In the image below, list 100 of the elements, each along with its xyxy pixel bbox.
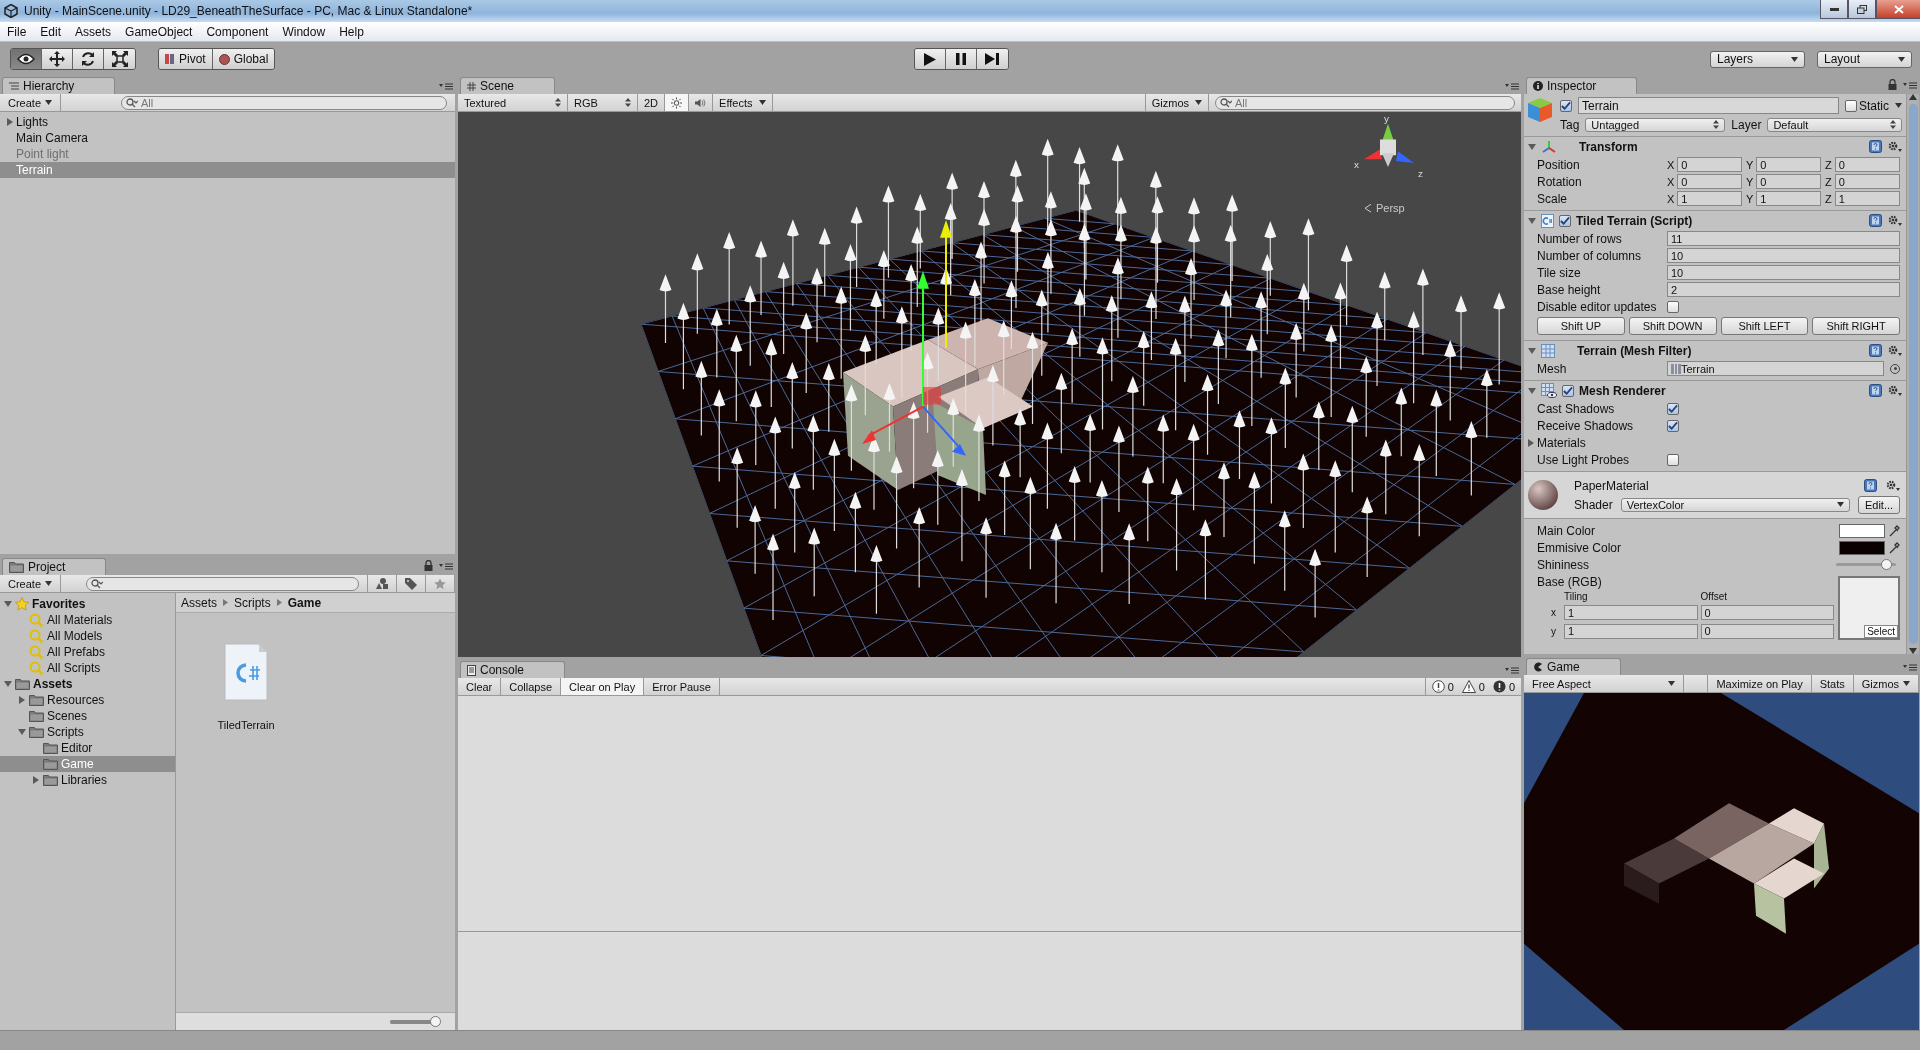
number-field[interactable]: 0 (1677, 157, 1742, 172)
console-button[interactable]: Error Pause (644, 678, 720, 695)
project-tab[interactable]: Project (2, 558, 107, 575)
checkbox[interactable] (1667, 402, 1679, 415)
select-button[interactable]: Select (1864, 625, 1898, 638)
global-button[interactable]: Global (212, 49, 275, 69)
collapsed-arrow-icon[interactable] (32, 776, 40, 784)
texture-slot[interactable]: Select (1838, 576, 1900, 640)
pause-button[interactable] (945, 49, 977, 69)
help-icon[interactable] (1869, 344, 1882, 357)
project-folder-item[interactable]: Editor (0, 740, 175, 756)
expanded-arrow-icon[interactable] (1528, 142, 1536, 151)
number-field[interactable]: 0 (1756, 157, 1821, 172)
number-field[interactable]: 11 (1667, 231, 1900, 246)
number-field[interactable]: 0 (1756, 174, 1821, 189)
settings-icon[interactable] (1887, 344, 1902, 357)
collapsed-arrow-icon[interactable] (6, 118, 14, 126)
dropdown[interactable]: RGB (568, 94, 638, 111)
project-folder-item[interactable]: All Scripts (0, 660, 175, 676)
project-folder-item[interactable]: Scenes (0, 708, 175, 724)
search-field[interactable]: All (121, 95, 447, 110)
expanded-arrow-icon[interactable] (4, 680, 12, 688)
dropdown[interactable]: Textured (458, 94, 568, 111)
play-button[interactable] (914, 49, 946, 69)
project-folder-item[interactable]: Resources (0, 692, 175, 708)
settings-icon[interactable] (1887, 140, 1902, 153)
hierarchy-item[interactable]: Lights (0, 114, 455, 130)
scene-tab[interactable]: Scene (460, 77, 556, 94)
scene-viewport[interactable]: y x z Persp (458, 112, 1521, 657)
layer-dropdown[interactable]: Default (1767, 117, 1902, 132)
number-field[interactable]: 2 (1667, 282, 1900, 297)
log-count-button[interactable]: 0 (1461, 680, 1485, 693)
panel-menu-icon[interactable] (439, 561, 453, 570)
panel-menu-icon[interactable] (439, 82, 453, 90)
search-field[interactable] (86, 576, 359, 591)
menu-item[interactable]: Component (199, 24, 276, 39)
number-field[interactable]: 0 (1834, 174, 1900, 189)
help-icon[interactable] (1869, 384, 1882, 397)
filter-by-type-button[interactable] (367, 575, 397, 592)
project-folder-item[interactable]: All Models (0, 628, 175, 644)
effects-menu[interactable]: Effects (713, 94, 773, 111)
expanded-arrow-icon[interactable] (18, 728, 26, 736)
enabled-checkbox[interactable] (1559, 214, 1571, 227)
close-button[interactable] (1876, 0, 1920, 19)
collapsed-arrow-icon[interactable] (18, 696, 26, 704)
expanded-arrow-icon[interactable] (1528, 386, 1536, 395)
project-folder-item[interactable]: Libraries (0, 772, 175, 788)
log-count-button[interactable]: 0 (1431, 680, 1454, 693)
lock-icon[interactable] (1888, 79, 1897, 90)
zoom-slider-thumb[interactable] (430, 1015, 441, 1027)
search-field[interactable]: All (1215, 95, 1515, 110)
settings-icon[interactable] (1887, 214, 1902, 227)
collapsed-arrow-icon[interactable] (1527, 438, 1535, 447)
number-field[interactable]: 1 (1834, 191, 1900, 206)
tag-dropdown[interactable]: Untagged (1585, 117, 1726, 132)
tool-button[interactable] (42, 49, 73, 69)
slider-thumb[interactable] (1881, 559, 1892, 570)
color-swatch[interactable] (1839, 523, 1885, 538)
breadcrumb-item[interactable]: Game (287, 595, 322, 610)
scroll-down-icon[interactable] (1909, 648, 1917, 654)
eyedropper-icon[interactable] (1889, 524, 1900, 537)
shift-button[interactable]: Shift DOWN (1628, 317, 1717, 335)
gizmos-menu[interactable]: Gizmos (1853, 675, 1919, 692)
shader-dropdown[interactable]: VertexColor (1620, 497, 1850, 512)
help-icon[interactable] (1864, 479, 1877, 492)
project-folder-item[interactable]: All Prefabs (0, 644, 175, 660)
csharp-file-icon[interactable] (224, 643, 268, 701)
active-checkbox[interactable] (1560, 99, 1572, 112)
menu-item[interactable]: Help (332, 24, 371, 39)
number-field[interactable]: 0 (1677, 174, 1742, 189)
shift-button[interactable]: Shift UP (1537, 317, 1625, 335)
pivot-button[interactable]: Pivot (159, 49, 213, 69)
console-button[interactable]: Clear on Play (561, 678, 645, 695)
panel-menu-icon[interactable] (1505, 666, 1519, 674)
game-tab[interactable]: Game (1526, 658, 1621, 675)
maximize-button[interactable] (1848, 0, 1876, 19)
tool-button[interactable] (104, 49, 135, 69)
color-swatch[interactable] (1839, 540, 1885, 555)
project-folder-item[interactable]: All Materials (0, 612, 175, 628)
settings-icon[interactable] (1887, 384, 1902, 397)
checkbox[interactable] (1667, 419, 1679, 432)
layout-dropdown[interactable]: Layout (1817, 50, 1912, 68)
panel-menu-icon[interactable] (1903, 80, 1917, 89)
expanded-arrow-icon[interactable] (4, 600, 12, 608)
expanded-arrow-icon[interactable] (1528, 346, 1536, 355)
create-dropdown[interactable]: Create (0, 94, 62, 111)
inspector-tab[interactable]: Inspector (1526, 77, 1638, 94)
panel-menu-icon[interactable] (1903, 663, 1917, 671)
scrollbar[interactable] (1906, 94, 1919, 654)
enabled-checkbox[interactable] (1562, 384, 1574, 397)
console-button[interactable]: Clear (458, 678, 502, 695)
number-field[interactable]: 1 (1756, 191, 1821, 206)
hierarchy-tab[interactable]: Hierarchy (2, 77, 116, 94)
name-field[interactable]: Terrain (1578, 97, 1839, 114)
help-icon[interactable] (1869, 214, 1882, 227)
layers-dropdown[interactable]: Layers (1710, 50, 1805, 68)
menu-item[interactable]: Edit (33, 24, 69, 39)
shift-button[interactable]: Shift LEFT (1720, 317, 1809, 335)
settings-icon[interactable] (1885, 479, 1900, 492)
project-folder-item[interactable]: Scripts (0, 724, 175, 740)
